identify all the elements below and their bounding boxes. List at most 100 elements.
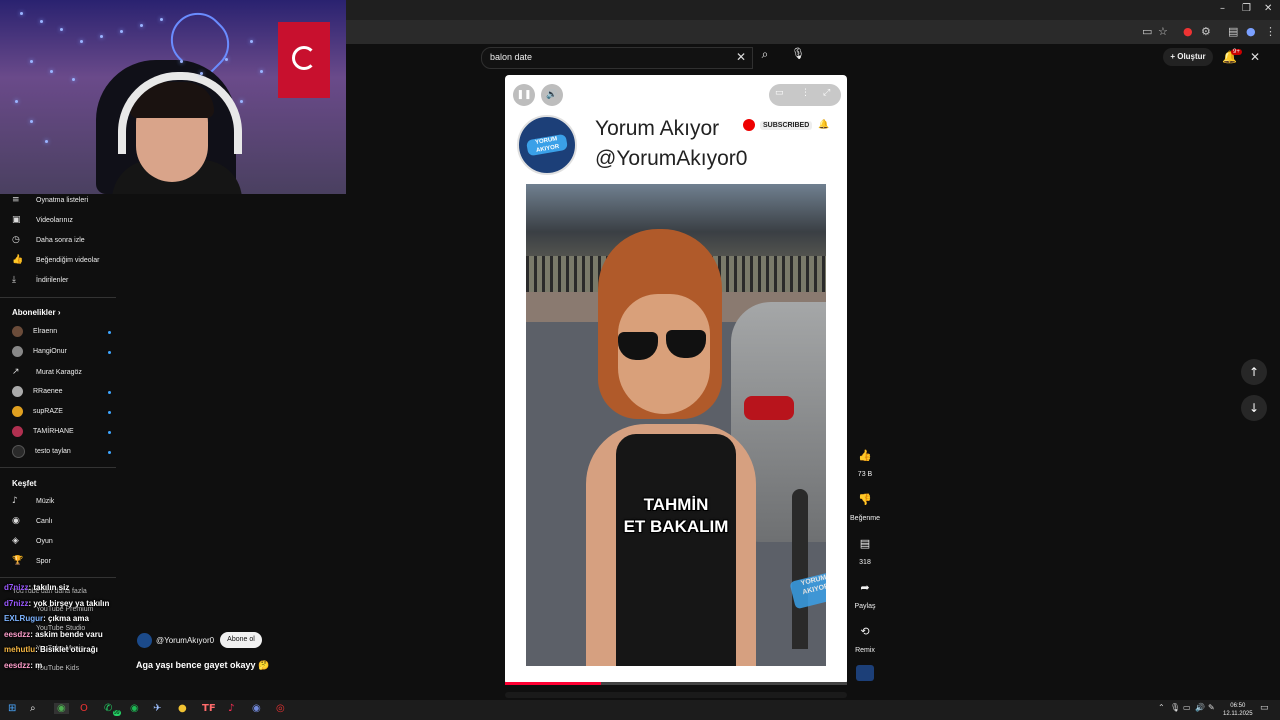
windows-start-icon[interactable]: ⊞: [8, 703, 16, 714]
sidebar-item-your-videos[interactable]: ▣ Videolarınız: [12, 213, 122, 227]
volume-tray-icon[interactable]: 🔊: [1195, 703, 1205, 712]
thumbs-up-icon: 👍: [858, 449, 872, 462]
more-options-icon[interactable]: ⋮: [801, 88, 810, 98]
live-dot: [108, 351, 111, 354]
account-icon[interactable]: ✕: [1250, 50, 1260, 64]
gaming-icon: ◈: [12, 536, 19, 546]
dislike-button[interactable]: 👎 Beğenme: [850, 487, 880, 522]
download-icon: ⤓: [12, 275, 16, 285]
profile-icon[interactable]: ●: [1246, 25, 1256, 38]
chat-message: eesdzz: m: [4, 661, 43, 670]
share-button[interactable]: ➦ Paylaş: [852, 575, 878, 610]
sidebar-item-liked[interactable]: 👍 Beğendiğim videolar: [12, 253, 122, 267]
close-window-icon[interactable]: ✕: [1264, 3, 1272, 14]
maximize-icon[interactable]: ❐: [1242, 3, 1251, 14]
sidepanel-icon[interactable]: ▤: [1228, 25, 1238, 38]
recording-icon[interactable]: ◎: [276, 703, 285, 714]
notification-center-icon[interactable]: ▭: [1260, 703, 1269, 713]
webcam-overlay: [0, 0, 346, 194]
fairy-light: [20, 12, 23, 15]
chat-message: eesdzz: askim bende varu: [4, 630, 103, 639]
minimize-icon[interactable]: –: [1220, 3, 1225, 14]
address-bar[interactable]: [346, 20, 1280, 44]
remix-button[interactable]: ⟲ Remix: [852, 619, 878, 654]
extensions-puzzle-icon[interactable]: ⚙: [1201, 25, 1211, 38]
pause-icon[interactable]: ❚❚: [513, 84, 535, 106]
chevron-right-icon: ›: [57, 308, 61, 317]
fullscreen-icon[interactable]: ⤢: [823, 88, 830, 98]
taskbar: [0, 700, 1280, 720]
search-taskbar-icon[interactable]: ⌕: [30, 703, 36, 714]
comments-button[interactable]: ▤ 318: [852, 531, 878, 566]
short-channel-info[interactable]: @YorumAkıyor0: [137, 633, 215, 649]
tray-expand-icon[interactable]: ⌃: [1158, 703, 1165, 712]
browser-menu-icon[interactable]: ⋮: [1265, 25, 1276, 38]
tf-icon[interactable]: TF: [202, 703, 216, 714]
create-button[interactable]: + Oluştur: [1163, 48, 1213, 66]
volume-icon[interactable]: 🔊: [541, 84, 563, 106]
fairy-light: [225, 58, 228, 61]
sidebar-item-playlists[interactable]: ≡ Oynatma listeleri: [12, 193, 122, 207]
live-dot: [108, 411, 111, 414]
sidebar-item-sports[interactable]: 🏆 Spor: [12, 554, 122, 568]
bookmark-star-icon[interactable]: ☆: [1158, 25, 1168, 38]
sidebar-item-subscription[interactable]: ↗ Murat Karagöz: [12, 365, 122, 379]
sidebar-item-subscription[interactable]: testo taylan: [12, 445, 122, 459]
like-button[interactable]: 👍 73 B: [852, 443, 878, 478]
previous-short-button[interactable]: ↑: [1241, 359, 1267, 385]
channel-handle-small: @YorumAkıyor0: [156, 636, 215, 646]
short-title: Aga yaşı bence gayet okayy 🤔: [136, 660, 270, 670]
subscribe-button[interactable]: Abone ol: [220, 632, 262, 648]
avatar: [12, 345, 23, 357]
search-icon[interactable]: ⌕: [754, 47, 776, 67]
channel-name: Yorum Akıyor: [595, 117, 720, 140]
whatsapp-icon[interactable]: ✆: [104, 703, 112, 714]
share-icon: ➦: [860, 581, 870, 594]
sidebar-item-subscription[interactable]: RRaenee: [12, 385, 122, 399]
coin-icon[interactable]: ●: [178, 703, 187, 714]
short-player[interactable]: ❚❚ 🔊 ▭ ⋮ ⤢ YORUM AKIYOR Yorum Akıyor @Yo…: [505, 75, 847, 685]
sidebar-item-subscription[interactable]: HangiOnur: [12, 345, 122, 359]
search-box[interactable]: balon date ✕: [481, 47, 753, 69]
live-dot: [108, 451, 111, 454]
music-icon: ♪: [12, 496, 18, 506]
create-label: Oluştur: [1177, 52, 1206, 61]
sidebar-item-kids[interactable]: YouTube Kids: [36, 662, 146, 676]
sidebar-item-downloads[interactable]: ⤓ İndirilenler: [12, 273, 122, 287]
tiktok-icon[interactable]: ♪: [228, 703, 234, 714]
notification-badge: 9+: [1231, 49, 1242, 55]
sidebar-item-subscription[interactable]: Elraenn: [12, 325, 122, 339]
steam-icon[interactable]: ✈: [153, 703, 161, 714]
fairy-light: [180, 60, 183, 63]
mic-tray-icon[interactable]: 🎙: [1170, 703, 1180, 712]
sidebar-item-music[interactable]: ♪ Müzik: [12, 494, 122, 508]
spotify-icon[interactable]: ◉: [130, 703, 139, 714]
subscriptions-title[interactable]: Abonelikler ›: [12, 308, 60, 317]
sidebar-item-gaming[interactable]: ◈ Oyun: [12, 534, 122, 548]
clear-search-icon[interactable]: ✕: [736, 50, 746, 64]
chat-message: mehutlu: Bisiklet oturağı: [4, 645, 98, 654]
chrome-icon[interactable]: ◉: [54, 703, 69, 714]
next-short-button[interactable]: ↓: [1241, 395, 1267, 421]
opera-icon[interactable]: O: [80, 703, 88, 714]
cast-icon[interactable]: ▭: [1142, 25, 1152, 38]
captions-icon[interactable]: ▭: [775, 88, 784, 98]
sidebar-item-live[interactable]: ◉ Canlı: [12, 514, 122, 528]
video-caption: TAHMİN ET BAKALIM: [623, 495, 729, 536]
extension-icon[interactable]: ●: [1183, 25, 1193, 38]
network-icon[interactable]: ▭: [1183, 703, 1191, 712]
sidebar-item-subscription[interactable]: supRAZE: [12, 405, 122, 419]
sound-thumbnail[interactable]: [856, 665, 874, 681]
sidebar-item-watch-later[interactable]: ◷ Daha sonra izle: [12, 233, 122, 247]
fairy-light: [72, 78, 75, 81]
fairy-light: [45, 140, 48, 143]
fairy-light: [260, 70, 263, 73]
system-clock[interactable]: 06:50 12.11.2025: [1223, 702, 1253, 718]
pen-icon[interactable]: ✎: [1208, 703, 1215, 712]
discord-icon[interactable]: ◉: [252, 703, 261, 714]
search-input[interactable]: balon date: [490, 52, 532, 62]
sidebar-item-subscription[interactable]: TAMİRHANE: [12, 425, 122, 439]
fairy-light: [50, 70, 53, 73]
remix-icon: ⟲: [860, 625, 870, 638]
microphone-icon[interactable]: 🎙: [788, 47, 808, 67]
